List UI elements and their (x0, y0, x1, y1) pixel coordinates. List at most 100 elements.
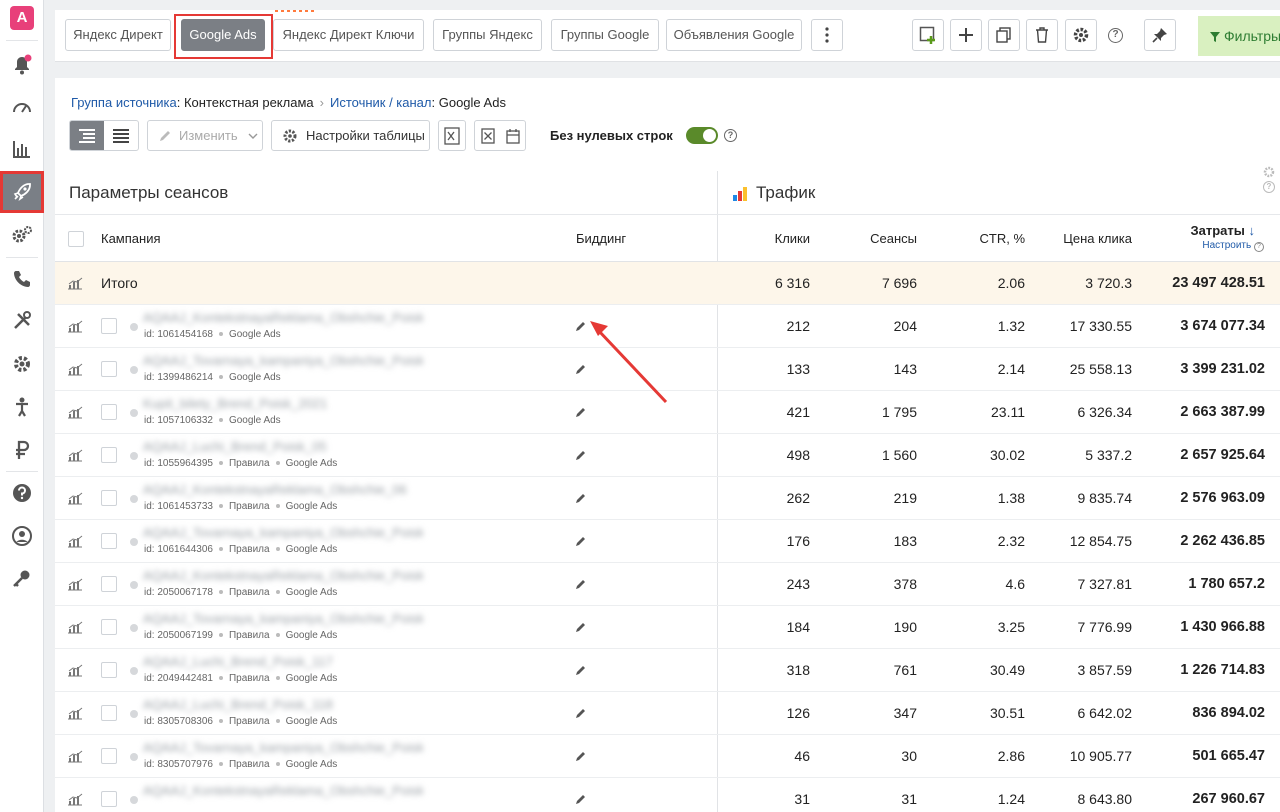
app-logo[interactable]: A (10, 6, 34, 30)
pin-icon[interactable] (1144, 19, 1176, 51)
edit-bidding-icon[interactable] (575, 491, 587, 509)
edit-bidding-icon[interactable] (575, 792, 587, 810)
tab-yandex-direct[interactable]: Яндекс Директ (65, 19, 171, 51)
row-chart-icon[interactable] (67, 362, 83, 381)
campaign-name[interactable]: AQAAJ_Tovarnaya_kampaniya_Obshchie_Poisk… (143, 353, 423, 368)
row-chart-icon[interactable] (67, 405, 83, 424)
more-menu-icon[interactable] (811, 19, 843, 51)
campaign-name[interactable]: AQAAJ_KontekstnayaReklama_Obshchie_Poisk… (143, 310, 423, 325)
bell-icon[interactable] (0, 44, 44, 86)
tab-google-groups[interactable]: Группы Google (551, 19, 659, 51)
col-ctr[interactable]: CTR, % (945, 231, 1026, 246)
breadcrumb-source-link[interactable]: Источник / канал (330, 95, 432, 110)
row-chart-icon[interactable] (67, 448, 83, 467)
row-checkbox[interactable] (101, 533, 117, 549)
select-all-checkbox[interactable] (68, 231, 84, 247)
row-chart-icon[interactable] (67, 792, 83, 811)
cell-cost: 2 657 925.64 (1180, 447, 1265, 463)
row-chart-icon[interactable] (67, 706, 83, 725)
table-settings-button[interactable]: Настройки таблицы (271, 120, 430, 151)
campaign-name[interactable]: AQAAJ_Tovarnaya_kampaniya_Obshchie_Poisk… (143, 525, 423, 540)
edit-bidding-icon[interactable] (575, 534, 587, 552)
row-chart-icon[interactable] (67, 577, 83, 596)
campaign-name[interactable]: AQAAJ_Tovarnaya_kampaniya_Obshchie_Poisk… (143, 740, 423, 755)
user-icon[interactable] (0, 515, 44, 557)
row-checkbox[interactable] (101, 318, 117, 334)
add-item-icon[interactable] (912, 19, 944, 51)
campaign-name[interactable]: AQAAJ_Luchi_Brend_Poisk_118 (143, 697, 423, 712)
campaign-name[interactable]: AQAAJ_KontekstnayaReklama_Obshchie_Poisk… (143, 783, 423, 798)
filters-button[interactable]: Фильтры (1198, 16, 1280, 56)
cell-cost: 1 780 657.2 (1188, 576, 1265, 592)
row-checkbox[interactable] (101, 619, 117, 635)
row-checkbox[interactable] (101, 748, 117, 764)
speedometer-icon[interactable] (0, 86, 44, 128)
col-cost-configure[interactable]: Настроить ? (1155, 240, 1264, 252)
help-icon[interactable] (0, 472, 44, 514)
row-checkbox[interactable] (101, 576, 117, 592)
tools-icon[interactable] (0, 300, 44, 342)
help-circle-icon[interactable]: ? (1108, 28, 1123, 43)
list-view-icon[interactable] (104, 121, 138, 150)
breadcrumb-group-link[interactable]: Группа источника (71, 95, 177, 110)
gears-icon[interactable] (0, 214, 44, 256)
campaign-name[interactable]: AQAAJ_KontekstnayaReklama_Obshchie_Poisk… (143, 568, 423, 583)
cell-ctr: 30.51 (989, 705, 1025, 721)
row-chart-icon[interactable] (67, 534, 83, 553)
status-dot (130, 581, 138, 589)
campaign-name[interactable]: AQAAJ_Luchi_Brend_Poisk_117 (143, 654, 423, 669)
zero-rows-switch[interactable] (686, 127, 718, 144)
edit-bidding-icon[interactable] (575, 706, 587, 724)
gear-icon (283, 129, 297, 142)
campaign-name[interactable]: AQAAJ_Luchi_Brend_Poisk_05 (143, 439, 423, 454)
col-bidding[interactable]: Биддинг (576, 231, 626, 246)
row-chart-icon[interactable] (67, 276, 83, 295)
settings-gear-icon[interactable] (1065, 19, 1097, 51)
col-cost[interactable]: Затраты ↓ (1155, 223, 1255, 238)
campaign-name[interactable]: AQAAJ_KontekstnayaReklama_Obshchie_06 (143, 482, 423, 497)
excel-schedule-icon[interactable] (474, 120, 526, 151)
tab-yandex-groups[interactable]: Группы Яндекс (433, 19, 542, 51)
row-checkbox[interactable] (101, 447, 117, 463)
person-icon[interactable] (0, 386, 44, 428)
col-clicks[interactable]: Клики (735, 231, 810, 246)
edit-bidding-icon[interactable] (575, 448, 587, 466)
rocket-icon[interactable] (0, 171, 44, 213)
report-panel: Группа источника: Контекстная реклама › Ис… (55, 78, 1280, 812)
row-chart-icon[interactable] (67, 620, 83, 639)
col-sessions[interactable]: Сеансы (835, 231, 917, 246)
tab-google-ads-ads[interactable]: Объявления Google (666, 19, 802, 51)
row-chart-icon[interactable] (67, 319, 83, 338)
ruble-icon[interactable] (0, 429, 44, 471)
edit-bidding-icon[interactable] (575, 620, 587, 638)
edit-bidding-icon[interactable] (575, 663, 587, 681)
row-chart-icon[interactable] (67, 749, 83, 768)
row-checkbox[interactable] (101, 361, 117, 377)
plus-icon[interactable] (950, 19, 982, 51)
row-chart-icon[interactable] (67, 491, 83, 510)
campaign-name[interactable]: Kupit_bilety_Brend_Poisk_2021 (143, 396, 423, 411)
trash-icon[interactable] (1026, 19, 1058, 51)
row-checkbox[interactable] (101, 791, 117, 807)
phone-icon[interactable] (0, 258, 44, 300)
row-checkbox[interactable] (101, 404, 117, 420)
col-cpc[interactable]: Цена клика (1045, 231, 1132, 246)
col-campaign[interactable]: Кампания (101, 231, 161, 246)
copy-icon[interactable] (988, 19, 1020, 51)
gear-icon[interactable] (0, 343, 44, 385)
campaign-name[interactable]: AQAAJ_Tovarnaya_kampaniya_Obshchie_Poisk… (143, 611, 423, 626)
tree-view-icon[interactable] (70, 121, 104, 150)
bar-chart-icon[interactable] (0, 128, 44, 170)
key-icon[interactable] (0, 558, 44, 600)
row-chart-icon[interactable] (67, 663, 83, 682)
row-checkbox[interactable] (101, 490, 117, 506)
row-checkbox[interactable] (101, 662, 117, 678)
help-circle-icon[interactable]: ? (1263, 181, 1275, 193)
help-circle-icon[interactable]: ? (724, 129, 737, 142)
edit-bidding-icon[interactable] (575, 749, 587, 767)
edit-button[interactable]: Изменить (147, 120, 263, 151)
tab-yandex-direct-keys[interactable]: Яндекс Директ Ключи (273, 19, 424, 51)
excel-export-icon[interactable] (438, 120, 466, 151)
edit-bidding-icon[interactable] (575, 577, 587, 595)
row-checkbox[interactable] (101, 705, 117, 721)
